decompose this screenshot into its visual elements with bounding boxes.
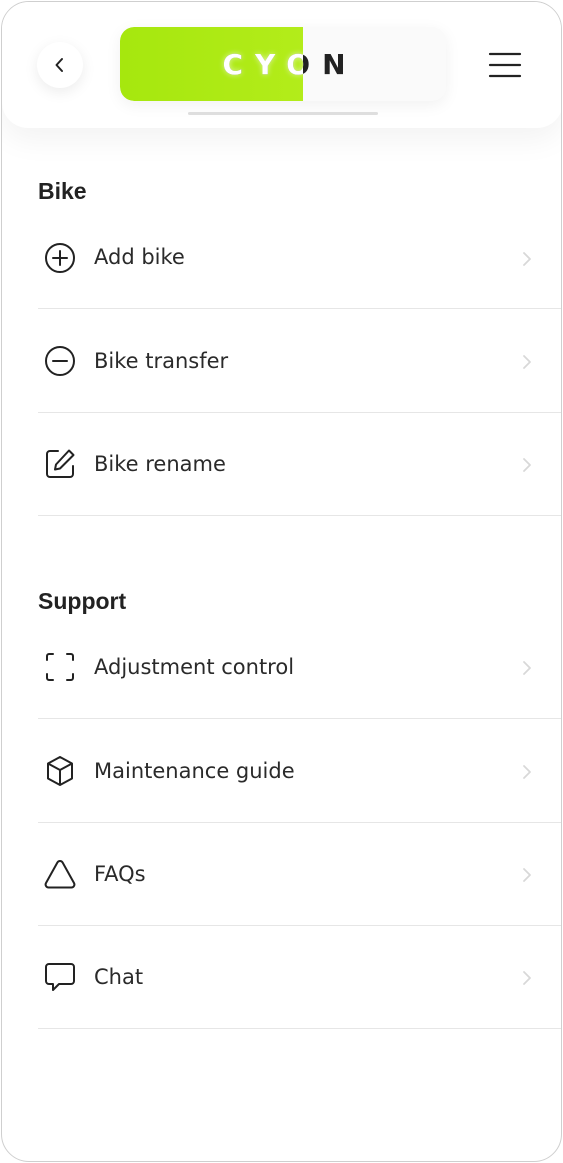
chat-bubble-icon (43, 960, 77, 994)
section-title-support: Support (38, 588, 127, 614)
chevron-left-icon (55, 58, 63, 72)
chevron-right-icon (523, 868, 531, 882)
list-item-bike-transfer[interactable]: Bike transfer (38, 309, 561, 413)
list-item-chat[interactable]: Chat (38, 925, 561, 1029)
list-item-maintenance-guide[interactable]: Maintenance guide (38, 719, 561, 823)
menu-button[interactable] (486, 48, 526, 82)
list-item-label: Bike rename (94, 452, 226, 476)
minus-circle-icon (43, 344, 77, 378)
list-item-bike-rename[interactable]: Bike rename (38, 412, 561, 516)
list-item-label: Add bike (94, 245, 185, 269)
back-button[interactable] (37, 42, 83, 88)
list-item-label: Adjustment control (94, 655, 295, 679)
hamburger-menu-icon (488, 52, 522, 78)
chevron-right-icon (523, 458, 531, 472)
chevron-right-icon (523, 971, 531, 985)
logo-text-light: CYON (222, 47, 302, 81)
list-item-label: Bike transfer (94, 349, 229, 373)
edit-icon (43, 447, 77, 481)
focus-frame-icon (43, 650, 77, 684)
logo: CYON CYON (120, 27, 446, 101)
logo-text-highlight: CYON (120, 27, 302, 101)
app-frame: CYON CYON Bike Add bike Bike transfer (1, 1, 562, 1162)
header-indicator-line (188, 112, 378, 115)
chevron-right-icon (523, 355, 531, 369)
section-title-bike: Bike (38, 178, 87, 204)
cube-icon (43, 754, 77, 788)
list-item-label: Maintenance guide (94, 759, 295, 783)
chevron-right-icon (523, 765, 531, 779)
list-item-faqs[interactable]: FAQs (38, 822, 561, 926)
plus-circle-icon (43, 241, 77, 275)
triangle-icon (43, 857, 77, 891)
header: CYON CYON (2, 2, 561, 128)
list-item-label: FAQs (94, 862, 146, 886)
list-item-add-bike[interactable]: Add bike (38, 205, 561, 309)
list-item-adjustment-control[interactable]: Adjustment control (38, 615, 561, 719)
list-item-label: Chat (94, 965, 144, 989)
chevron-right-icon (523, 252, 531, 266)
chevron-right-icon (523, 661, 531, 675)
